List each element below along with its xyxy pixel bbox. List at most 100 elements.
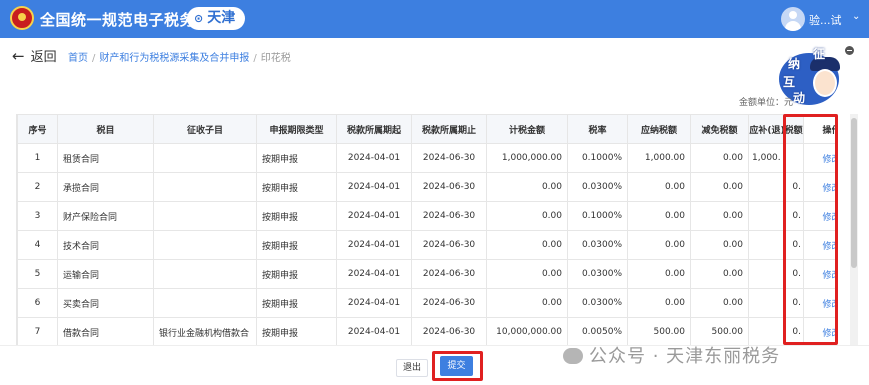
chevron-down-icon[interactable]: ⌄ [852, 11, 860, 22]
modify-link[interactable]: 修改 [822, 213, 838, 223]
modify-link-cell: 修改 [803, 172, 838, 202]
cell-end-date: 2024-06-30 [411, 259, 487, 289]
location-pin-icon: ⊙ [194, 12, 204, 25]
cell-period-type: 按期申报 [256, 288, 337, 318]
cell-rate: 0.0300% [567, 288, 628, 318]
cell-sub-item [153, 143, 257, 173]
cell-period-type: 按期申报 [256, 172, 337, 202]
cell-no: 3 [17, 201, 58, 231]
cell-tax-item: 承揽合同 [57, 172, 154, 202]
cell-payable: 0.00 [627, 172, 691, 202]
column-header: 应纳税额 [627, 114, 691, 144]
modify-link[interactable]: 修改 [822, 155, 838, 165]
modify-link-cell: 修改 [803, 201, 838, 231]
cell-sub-item [153, 201, 257, 231]
cell-relief: 500.00 [690, 317, 749, 345]
modify-link[interactable]: 修改 [822, 300, 838, 310]
column-header: 税款所属期止 [411, 114, 487, 144]
cell-period-type: 按期申报 [256, 201, 337, 231]
modify-link[interactable]: 修改 [822, 271, 838, 281]
cell-due: 0. [748, 317, 804, 345]
cell-tax-item: 技术合同 [57, 230, 154, 260]
exit-button[interactable]: 退出 [396, 359, 428, 377]
cell-due: 1,000. [748, 143, 804, 173]
cell-end-date: 2024-06-30 [411, 143, 487, 173]
column-header: 税率 [567, 114, 628, 144]
cell-end-date: 2024-06-30 [411, 288, 487, 318]
cell-start-date: 2024-04-01 [336, 230, 412, 260]
cell-rate: 0.0300% [567, 172, 628, 202]
breadcrumb-property-tax[interactable]: 财产和行为税税源采集及合并申报 [99, 53, 249, 64]
column-header: 征收子目 [153, 114, 257, 144]
cell-start-date: 2024-04-01 [336, 201, 412, 231]
scrollbar-thumb[interactable] [851, 118, 857, 268]
cell-end-date: 2024-06-30 [411, 317, 487, 345]
region-selector[interactable]: ⊙ 天津 [187, 7, 246, 30]
cell-relief: 0.00 [690, 230, 749, 260]
cell-tax-item: 运输合同 [57, 259, 154, 289]
cell-rate: 0.0050% [567, 317, 628, 345]
modify-link[interactable]: 修改 [822, 184, 838, 194]
cell-sub-item [153, 172, 257, 202]
site-title: 全国统一规范电子税务局 [40, 11, 211, 29]
cell-rate: 0.0300% [567, 230, 628, 260]
username[interactable]: 验...试 [809, 12, 842, 28]
back-button[interactable]: ← 返回 [12, 46, 57, 65]
cell-due: 0. [748, 230, 804, 260]
cell-relief: 0.00 [690, 259, 749, 289]
modify-link[interactable]: 修改 [822, 329, 838, 339]
cell-tax-base: 0.00 [486, 230, 568, 260]
column-header: 应补(退)税额 [748, 114, 804, 144]
table-row: 5 运输合同 按期申报 2024-04-01 2024-06-30 0.00 0… [17, 259, 838, 289]
table-row: 6 买卖合同 按期申报 2024-04-01 2024-06-30 0.00 0… [17, 288, 838, 318]
cell-payable: 0.00 [627, 230, 691, 260]
cell-sub-item [153, 230, 257, 260]
table-row: 4 技术合同 按期申报 2024-04-01 2024-06-30 0.00 0… [17, 230, 838, 260]
mascot-char: 互 [783, 75, 796, 89]
cell-rate: 0.1000% [567, 143, 628, 173]
cell-tax-base: 0.00 [486, 288, 568, 318]
arrow-left-icon: ← [12, 47, 25, 65]
cell-tax-item: 借款合同 [57, 317, 154, 345]
cell-no: 6 [17, 288, 58, 318]
cell-start-date: 2024-04-01 [336, 259, 412, 289]
cell-start-date: 2024-04-01 [336, 288, 412, 318]
cell-payable: 0.00 [627, 201, 691, 231]
cell-no: 1 [17, 143, 58, 173]
cell-tax-item: 买卖合同 [57, 288, 154, 318]
cell-tax-base: 0.00 [486, 172, 568, 202]
cell-payable: 1,000.00 [627, 143, 691, 173]
column-header: 序号 [17, 114, 58, 144]
cell-due: 0. [748, 259, 804, 289]
cell-end-date: 2024-06-30 [411, 230, 487, 260]
cell-due: 0. [748, 201, 804, 231]
mascot-char: 纳 [788, 57, 801, 71]
top-bar: 全国统一规范电子税务局 ⊙ 天津 验...试 ⌄ [0, 0, 869, 38]
cell-period-type: 按期申报 [256, 143, 337, 173]
mascot-char: 征 [813, 47, 826, 61]
cell-sub-item: 银行业金融机构借款合 [153, 317, 257, 345]
column-header-operation: 操作 [803, 114, 838, 144]
cell-tax-item: 租赁合同 [57, 143, 154, 173]
tax-emblem-icon [10, 6, 34, 30]
mascot-face-icon [813, 69, 837, 97]
column-header: 计税金额 [486, 114, 568, 144]
submit-button[interactable]: 提交 [440, 356, 473, 376]
watermark: 公众号 · 天津东丽税务 [563, 342, 780, 368]
column-header: 申报期限类型 [256, 114, 337, 144]
cell-end-date: 2024-06-30 [411, 201, 487, 231]
mascot-char: 动 [793, 91, 806, 105]
close-icon[interactable] [845, 46, 854, 55]
cell-payable: 0.00 [627, 259, 691, 289]
column-header: 税款所属期起 [336, 114, 412, 144]
cell-start-date: 2024-04-01 [336, 172, 412, 202]
cell-relief: 0.00 [690, 288, 749, 318]
user-avatar[interactable] [781, 7, 805, 31]
modify-link-cell: 修改 [803, 143, 838, 173]
cell-period-type: 按期申报 [256, 259, 337, 289]
cell-period-type: 按期申报 [256, 317, 337, 345]
modify-link[interactable]: 修改 [822, 242, 838, 252]
breadcrumb-home[interactable]: 首页 [68, 53, 88, 64]
cell-rate: 0.0300% [567, 259, 628, 289]
cell-start-date: 2024-04-01 [336, 317, 412, 345]
